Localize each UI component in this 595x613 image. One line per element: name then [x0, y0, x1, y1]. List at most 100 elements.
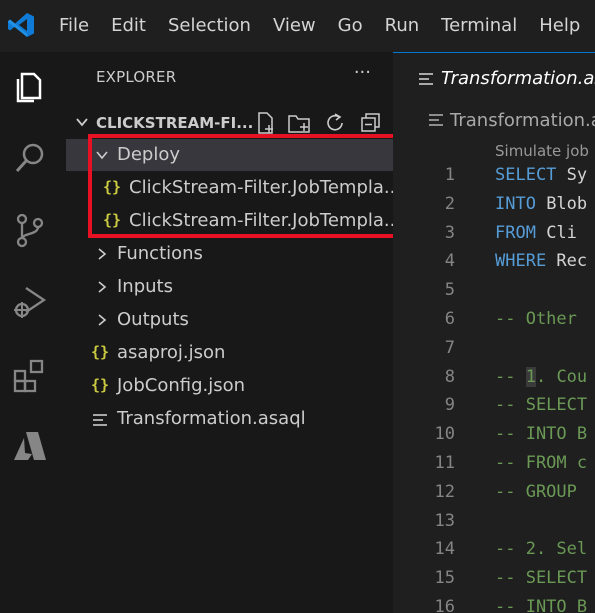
json-file-icon: {}	[91, 376, 110, 394]
code-line[interactable]: 12 -- GROUP	[393, 479, 595, 508]
menu-go[interactable]: Go	[327, 0, 374, 52]
tree-item-asaproj[interactable]: {} asaproj.json	[66, 337, 393, 369]
code-line[interactable]: 9 -- SELECT	[393, 392, 595, 421]
extensions-icon[interactable]	[10, 354, 50, 394]
code-line[interactable]: 13	[393, 508, 595, 537]
search-icon[interactable]	[10, 138, 50, 178]
code-text: -- GROUP	[495, 482, 587, 502]
codelens-simulate-job[interactable]: Simulate job	[495, 142, 589, 160]
tree-item-functions[interactable]: Functions	[66, 238, 393, 270]
highlight-annotation-box	[88, 134, 420, 238]
activity-bar	[0, 52, 66, 613]
code-token: --	[495, 366, 526, 387]
code-token: FROM	[495, 222, 536, 243]
code-text: FROM Cli	[495, 223, 577, 243]
line-number: 1	[444, 165, 455, 185]
line-number: 13	[434, 510, 455, 531]
code-line[interactable]: 4 WHERE Rec	[393, 248, 595, 277]
code-token: INTO	[495, 193, 536, 214]
code-token: -- Other	[495, 309, 588, 329]
line-number: 11	[434, 453, 455, 473]
explorer-icon[interactable]	[10, 66, 50, 106]
code-line[interactable]: 3 FROM Cli	[393, 220, 595, 249]
code-token: -- INTO B	[495, 424, 588, 445]
code-line[interactable]: 1 SELECT Sy	[393, 162, 595, 191]
code-text: SELECT Sy	[495, 165, 587, 185]
code-line[interactable]: 8 -- 1. Cou	[393, 364, 595, 393]
refresh-icon[interactable]	[322, 110, 348, 136]
tree-item-label: Inputs	[117, 276, 173, 297]
text-file-icon	[429, 114, 443, 126]
chevron-right-icon	[98, 314, 107, 326]
menu-run[interactable]: Run	[374, 0, 431, 52]
tab-label: Transformation.asa	[441, 68, 595, 89]
menu-view[interactable]: View	[262, 0, 327, 52]
code-token: -- SELECT	[495, 568, 588, 589]
title-bar: File Edit Selection View Go Run Terminal Help	[0, 0, 595, 52]
chevron-right-icon	[98, 248, 107, 260]
code-token: . Cou	[535, 366, 588, 387]
line-number: 14	[434, 539, 455, 560]
code-line[interactable]: 7	[393, 335, 595, 364]
code-token: 1	[525, 366, 536, 387]
code-token: -- GROUP	[495, 481, 588, 502]
line-number: 5	[444, 280, 455, 301]
code-text: -- SELECT	[495, 568, 587, 588]
tree-item-outputs[interactable]: Outputs	[66, 304, 393, 336]
breadcrumb[interactable]: Transformation.asa	[393, 108, 595, 132]
code-token: WHERE	[495, 251, 547, 272]
more-actions-button[interactable]: ···	[354, 62, 371, 83]
sidebar-title: EXPLORER	[96, 68, 177, 86]
line-number: 10	[434, 424, 455, 445]
tree-item-label: Outputs	[117, 309, 189, 330]
menu-help[interactable]: Help	[528, 0, 591, 52]
code-text: WHERE Rec	[495, 251, 587, 271]
code-token: -- INTO B	[495, 597, 588, 613]
json-file-icon: {}	[91, 343, 110, 361]
project-section-header[interactable]: CLICKSTREAM-FI...	[66, 110, 393, 136]
new-folder-icon[interactable]	[286, 110, 312, 136]
line-number: 15	[434, 568, 455, 589]
project-title: CLICKSTREAM-FI...	[96, 114, 254, 132]
code-token: Blob	[535, 193, 588, 214]
code-text: -- INTO B	[495, 424, 587, 444]
run-debug-icon[interactable]	[10, 282, 50, 322]
code-text: INTO Blob	[495, 194, 587, 214]
tree-item-label: JobConfig.json	[117, 375, 246, 396]
tree-item-jobconfig[interactable]: {} JobConfig.json	[66, 370, 393, 402]
code-line[interactable]: 15 -- SELECT	[393, 565, 595, 594]
code-text: -- FROM c	[495, 453, 587, 473]
line-number: 2	[444, 193, 455, 214]
tab-bar: Transformation.asa	[393, 52, 595, 102]
code-line[interactable]: 10 -- INTO B	[393, 421, 595, 450]
menu-file[interactable]: File	[48, 0, 100, 52]
line-number: 7	[444, 337, 455, 358]
tree-item-transformation[interactable]: Transformation.asaql	[66, 403, 393, 435]
chevron-down-icon	[76, 118, 88, 127]
code-line[interactable]: 11 -- FROM c	[393, 450, 595, 479]
menu-edit[interactable]: Edit	[100, 0, 157, 52]
line-number: 12	[434, 481, 455, 502]
azure-icon[interactable]	[10, 426, 50, 466]
code-text: -- INTO B	[495, 597, 587, 613]
line-number: 9	[444, 395, 455, 416]
menu-bar: File Edit Selection View Go Run Terminal Help	[48, 0, 591, 52]
code-line[interactable]: 14 -- 2. Sel	[393, 536, 595, 565]
text-file-icon	[93, 414, 107, 426]
line-number: 3	[444, 222, 455, 243]
source-control-icon[interactable]	[10, 210, 50, 250]
menu-selection[interactable]: Selection	[157, 0, 262, 52]
new-file-icon[interactable]	[252, 110, 278, 136]
code-text: -- SELECT	[495, 395, 587, 415]
tab-transformation[interactable]: Transformation.asa	[393, 52, 595, 102]
code-line[interactable]: 16 -- INTO B	[393, 594, 595, 613]
line-number: 4	[444, 251, 455, 272]
code-line[interactable]: 2 INTO Blob	[393, 191, 595, 220]
collapse-all-icon[interactable]	[358, 110, 384, 136]
code-token: -- FROM c	[495, 453, 588, 473]
code-line[interactable]: 5	[393, 277, 595, 306]
code-token: Cli	[535, 222, 577, 243]
menu-terminal[interactable]: Terminal	[430, 0, 528, 52]
code-line[interactable]: 6 -- Other	[393, 306, 595, 335]
tree-item-inputs[interactable]: Inputs	[66, 271, 393, 303]
